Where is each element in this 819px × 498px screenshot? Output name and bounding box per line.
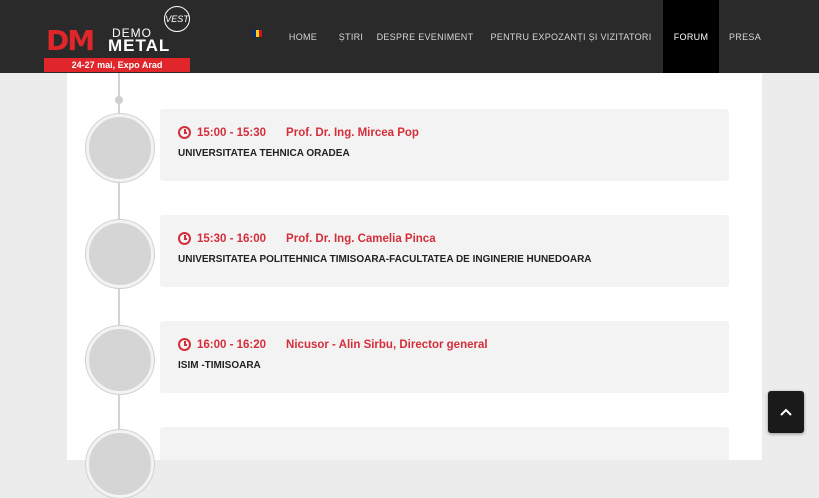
clock-icon [178, 126, 191, 139]
schedule-card-header [178, 444, 217, 457]
nav-stiri[interactable]: ȘTIRI [331, 0, 371, 73]
nav-expozanti-vizitatori[interactable]: PENTRU EXPOZANȚI ȘI VIZITATORI [479, 0, 663, 73]
speaker-institution: UNIVERSITATEA POLITEHNICA TIMISOARA-FACU… [178, 254, 592, 265]
logo-mark: DM [46, 24, 95, 57]
romanian-flag-icon[interactable] [253, 30, 262, 37]
clock-icon [178, 232, 191, 245]
nav-presa[interactable]: PRESA [719, 0, 771, 73]
main-nav: HOME ȘTIRI DESPRE EVENIMENT PENTRU EXPOZ… [275, 0, 771, 73]
speaker-institution: ISIM -TIMISOARA [178, 360, 261, 371]
schedule-card-header: 16:00 - 16:20 Nicusor - Alin Sirbu, Dire… [178, 338, 488, 351]
schedule-card: 16:00 - 16:20 Nicusor - Alin Sirbu, Dire… [160, 321, 729, 393]
event-date-banner: 24-27 mai, Expo Arad [44, 58, 190, 72]
session-time: 16:00 - 16:20 [197, 338, 267, 351]
nav-despre-eveniment[interactable]: DESPRE EVENIMENT [371, 0, 479, 73]
nav-home[interactable]: HOME [275, 0, 331, 73]
site-header: DM DEMO METAL VEST 24-27 mai, Expo Arad … [0, 0, 819, 73]
scroll-to-top-button[interactable] [768, 391, 804, 433]
avatar-placeholder [119, 358, 120, 363]
nav-forum[interactable]: FORUM [663, 0, 719, 73]
session-time: 15:30 - 16:00 [197, 232, 267, 245]
schedule-card-header: 15:00 - 15:30 Prof. Dr. Ing. Mircea Pop [178, 126, 419, 139]
speaker-name: Prof. Dr. Ing. Mircea Pop [286, 126, 419, 139]
logo-vest-badge: VEST [164, 6, 190, 32]
schedule-card: 15:00 - 15:30 Prof. Dr. Ing. Mircea Pop … [160, 109, 729, 181]
flag-stripe-red [259, 30, 262, 37]
chevron-up-icon [780, 408, 792, 416]
avatar-placeholder [119, 252, 120, 257]
speaker-name: Prof. Dr. Ing. Camelia Pinca [286, 232, 436, 245]
speaker-avatar [86, 114, 154, 182]
site-logo[interactable]: DM DEMO METAL VEST 24-27 mai, Expo Arad [44, 6, 194, 72]
avatar-placeholder [119, 462, 120, 467]
speaker-avatar [86, 326, 154, 394]
logo-metal-text: METAL [108, 36, 171, 55]
speaker-institution: UNIVERSITATEA TEHNICA ORADEA [178, 148, 350, 159]
clock-icon [178, 338, 191, 351]
speaker-avatar [86, 220, 154, 288]
schedule-card-header: 15:30 - 16:00 Prof. Dr. Ing. Camelia Pin… [178, 232, 436, 245]
speaker-name: Nicusor - Alin Sirbu, Director general [286, 338, 488, 351]
schedule-card: 15:30 - 16:00 Prof. Dr. Ing. Camelia Pin… [160, 215, 729, 287]
timeline-dot [115, 96, 123, 104]
session-time: 15:00 - 15:30 [197, 126, 267, 139]
schedule-card [160, 427, 729, 460]
speaker-avatar [86, 430, 154, 498]
avatar-placeholder [119, 146, 120, 151]
